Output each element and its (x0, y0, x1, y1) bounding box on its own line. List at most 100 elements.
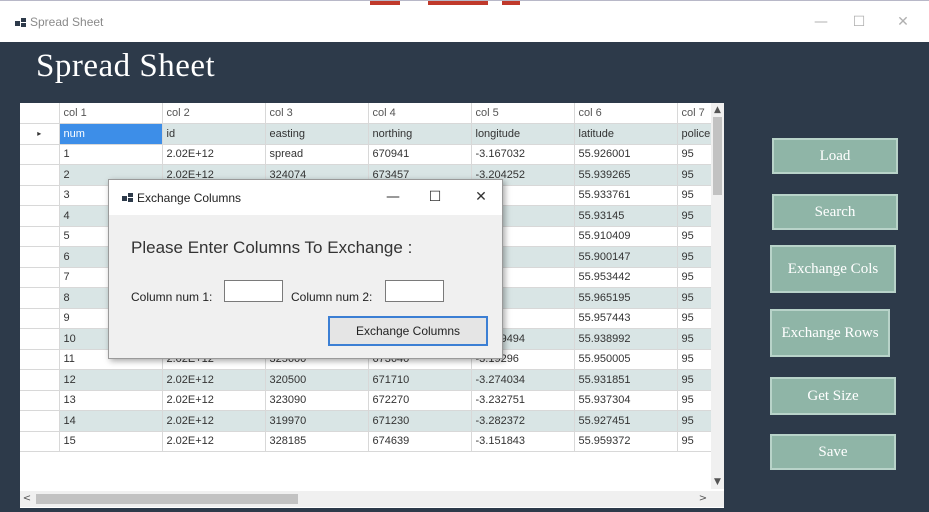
table-cell[interactable]: 55.900147 (574, 246, 678, 268)
table-cell[interactable]: 323090 (265, 390, 369, 411)
table-cell[interactable]: 55.938992 (574, 328, 678, 350)
table-cell[interactable]: 1 (59, 144, 163, 165)
row-header[interactable] (20, 308, 60, 329)
table-cell[interactable]: northing (368, 123, 472, 145)
table-cell[interactable]: 2.02E+12 (162, 390, 266, 411)
table-cell[interactable]: 55.957443 (574, 308, 678, 329)
table-cell[interactable]: spread (265, 144, 369, 165)
table-cell[interactable]: 671230 (368, 410, 472, 432)
table-cell[interactable]: 328185 (265, 431, 369, 452)
scroll-right-icon[interactable]: > (696, 491, 710, 507)
table-row[interactable]: 15 2.02E+12 328185 674639 -3.151843 55.959372… (20, 431, 712, 452)
row-header[interactable] (20, 246, 60, 268)
row-header[interactable] (20, 410, 60, 432)
column-header[interactable]: col 2 (162, 103, 266, 124)
table-cell[interactable]: 2.02E+12 (162, 369, 266, 391)
table-cell[interactable]: 2.02E+12 (162, 431, 266, 452)
table-cell[interactable]: 55.939265 (574, 164, 678, 186)
table-cell[interactable]: 95 (677, 205, 712, 227)
exchange-rows-button[interactable]: Exchange Rows (770, 309, 890, 357)
table-cell[interactable]: police (677, 123, 712, 145)
table-cell[interactable]: id (162, 123, 266, 145)
vertical-scrollbar[interactable]: ▲ ▼ (711, 103, 724, 489)
scroll-down-icon[interactable]: ▼ (711, 475, 724, 489)
column1-input[interactable] (224, 280, 283, 302)
get-size-button[interactable]: Get Size (770, 377, 896, 415)
table-cell[interactable]: 55.933761 (574, 185, 678, 206)
table-cell[interactable]: 670941 (368, 144, 472, 165)
table-cell[interactable]: 95 (677, 308, 712, 329)
table-cell[interactable]: 55.910409 (574, 226, 678, 247)
table-cell[interactable]: -3.151843 (471, 431, 575, 452)
table-cell[interactable]: latitude (574, 123, 678, 145)
current-row-indicator-icon[interactable]: ▸ (20, 123, 60, 145)
close-button[interactable]: ✕ (888, 9, 918, 35)
table-cell[interactable]: -3.232751 (471, 390, 575, 411)
table-cell[interactable]: -3.274034 (471, 369, 575, 391)
table-cell[interactable]: 95 (677, 410, 712, 432)
horizontal-scroll-thumb[interactable] (36, 494, 298, 504)
table-cell[interactable]: 55.926001 (574, 144, 678, 165)
table-cell[interactable]: 95 (677, 328, 712, 350)
table-cell[interactable]: -3.282372 (471, 410, 575, 432)
column-header[interactable]: col 5 (471, 103, 575, 124)
table-cell[interactable]: 55.959372 (574, 431, 678, 452)
table-cell[interactable]: 95 (677, 431, 712, 452)
table-cell[interactable]: 320500 (265, 369, 369, 391)
table-cell[interactable]: 95 (677, 226, 712, 247)
row-header[interactable] (20, 267, 60, 288)
table-cell[interactable]: 95 (677, 185, 712, 206)
row-header[interactable] (20, 431, 60, 452)
horizontal-scrollbar[interactable]: < > (20, 491, 724, 507)
scroll-up-icon[interactable]: ▲ (711, 103, 724, 117)
table-row[interactable]: ▸ num id easting northing longitude latitude po… (20, 123, 712, 145)
table-cell[interactable]: 14 (59, 410, 163, 432)
column-header[interactable]: col 7 (677, 103, 712, 124)
table-cell[interactable]: 55.965195 (574, 287, 678, 309)
table-row[interactable]: 1 2.02E+12 spread 670941 -3.167032 55.926001 9… (20, 144, 712, 165)
column-header[interactable]: col 4 (368, 103, 472, 124)
table-cell[interactable]: 2.02E+12 (162, 144, 266, 165)
row-header[interactable] (20, 144, 60, 165)
column-header[interactable]: col 3 (265, 103, 369, 124)
search-button[interactable]: Search (772, 194, 898, 230)
exchange-columns-button[interactable]: Exchange Columns (328, 316, 488, 346)
table-cell[interactable]: 95 (677, 287, 712, 309)
load-button[interactable]: Load (772, 138, 898, 174)
row-header[interactable] (20, 369, 60, 391)
table-cell[interactable]: longitude (471, 123, 575, 145)
table-cell[interactable]: 95 (677, 144, 712, 165)
column-header[interactable]: col 6 (574, 103, 678, 124)
dialog-maximize-button[interactable]: ☐ (421, 184, 449, 210)
table-cell[interactable]: 2.02E+12 (162, 410, 266, 432)
table-cell[interactable]: 55.927451 (574, 410, 678, 432)
table-cell[interactable]: -3.167032 (471, 144, 575, 165)
dialog-close-button[interactable]: ✕ (467, 184, 495, 210)
table-cell[interactable]: 55.931851 (574, 369, 678, 391)
column2-input[interactable] (385, 280, 444, 302)
table-cell[interactable]: 319970 (265, 410, 369, 432)
minimize-button[interactable]: — (806, 9, 836, 35)
table-cell[interactable]: 95 (677, 369, 712, 391)
table-cell[interactable]: 55.937304 (574, 390, 678, 411)
table-cell[interactable]: 13 (59, 390, 163, 411)
table-cell[interactable]: 12 (59, 369, 163, 391)
scroll-left-icon[interactable]: < (20, 491, 34, 507)
row-header[interactable] (20, 390, 60, 411)
table-cell[interactable]: 55.950005 (574, 349, 678, 370)
exchange-cols-button[interactable]: Exchange Cols (770, 245, 896, 293)
table-row[interactable]: 12 2.02E+12 320500 671710 -3.274034 55.931851… (20, 369, 712, 391)
row-header[interactable] (20, 287, 60, 309)
table-row[interactable]: 14 2.02E+12 319970 671230 -3.282372 55.927451… (20, 410, 712, 432)
table-cell[interactable]: 95 (677, 267, 712, 288)
table-cell[interactable]: 95 (677, 349, 712, 370)
vertical-scroll-thumb[interactable] (713, 117, 722, 195)
table-cell[interactable]: 95 (677, 246, 712, 268)
column-header[interactable]: col 1 (59, 103, 163, 124)
table-cell[interactable]: easting (265, 123, 369, 145)
table-cell[interactable]: 95 (677, 390, 712, 411)
table-cell[interactable]: 55.93145 (574, 205, 678, 227)
table-cell[interactable]: 15 (59, 431, 163, 452)
table-cell[interactable]: 674639 (368, 431, 472, 452)
table-cell[interactable]: 55.953442 (574, 267, 678, 288)
